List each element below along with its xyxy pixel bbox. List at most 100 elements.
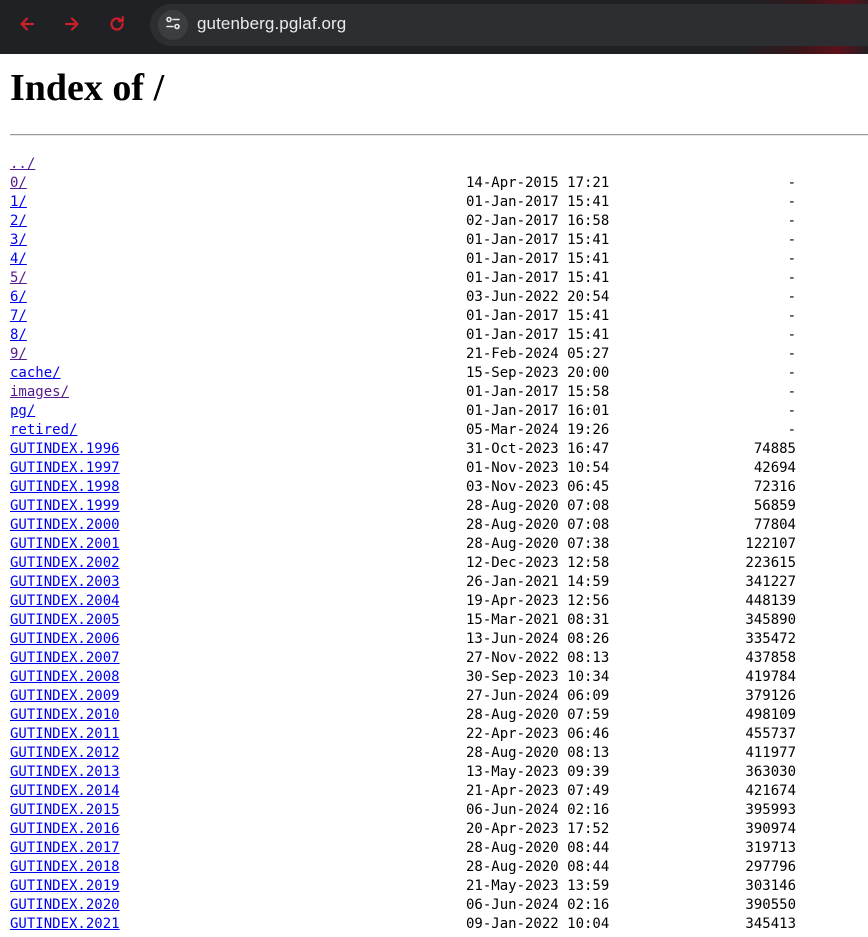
entry-link[interactable]: cache/ [10,365,61,381]
listing-row: GUTINDEX.1996 31-Oct-2023 16:47 74885 [10,441,868,460]
entry-link[interactable]: 7/ [10,308,27,324]
entry-link[interactable]: GUTINDEX.2014 [10,783,120,799]
entry-size: - [787,175,796,191]
entry-link[interactable]: GUTINDEX.2006 [10,631,120,647]
entry-link[interactable]: GUTINDEX.1997 [10,460,120,476]
listing-row: GUTINDEX.2004 19-Apr-2023 12:56 448139 [10,593,868,612]
entry-size: 498109 [745,707,796,723]
entry-link[interactable]: GUTINDEX.2003 [10,574,120,590]
entry-date: 15-Sep-2023 20:00 [466,365,610,381]
entry-link[interactable]: pg/ [10,403,35,419]
entry-date: 02-Jan-2017 16:58 [466,213,610,229]
entry-link[interactable]: GUTINDEX.2017 [10,840,120,856]
entry-date: 01-Nov-2023 10:54 [466,460,610,476]
entry-size: - [787,327,796,343]
entry-date: 01-Jan-2017 15:41 [466,327,610,343]
forward-button[interactable] [56,10,88,42]
listing-row: GUTINDEX.2000 28-Aug-2020 07:08 77804 [10,517,868,536]
listing-row: GUTINDEX.1998 03-Nov-2023 06:45 72316 [10,479,868,498]
entry-link[interactable]: GUTINDEX.2002 [10,555,120,571]
listing-row: GUTINDEX.2018 28-Aug-2020 08:44 297796 [10,859,868,878]
entry-link[interactable]: 4/ [10,251,27,267]
entry-size: 319713 [745,840,796,856]
entry-link[interactable]: 3/ [10,232,27,248]
entry-link[interactable]: ../ [10,156,35,172]
entry-size: - [787,194,796,210]
entry-date: 22-Apr-2023 06:46 [466,726,610,742]
url-text[interactable]: gutenberg.pglaf.org [197,14,346,34]
entry-date: 13-Jun-2024 08:26 [466,631,610,647]
entry-link[interactable]: 1/ [10,194,27,210]
entry-date: 28-Aug-2020 07:59 [466,707,610,723]
listing-row: GUTINDEX.2006 13-Jun-2024 08:26 335472 [10,631,868,650]
entry-link[interactable]: 2/ [10,213,27,229]
back-arrow-icon [17,14,37,39]
entry-size: 455737 [745,726,796,742]
entry-link[interactable]: GUTINDEX.2012 [10,745,120,761]
entry-size: 411977 [745,745,796,761]
entry-date: 28-Aug-2020 07:08 [466,498,610,514]
entry-link[interactable]: GUTINDEX.2005 [10,612,120,628]
entry-date: 06-Jun-2024 02:16 [466,897,610,913]
entry-link[interactable]: 9/ [10,346,27,362]
listing-row: retired/05-Mar-2024 19:26 - [10,422,868,441]
entry-link[interactable]: 5/ [10,270,27,286]
entry-link[interactable]: GUTINDEX.2021 [10,916,120,932]
entry-size: 419784 [745,669,796,685]
entry-link[interactable]: GUTINDEX.2004 [10,593,120,609]
entry-size: 223615 [745,555,796,571]
entry-link[interactable]: GUTINDEX.1996 [10,441,120,457]
entry-link[interactable]: retired/ [10,422,77,438]
site-info-button[interactable] [158,10,188,40]
entry-size: - [787,384,796,400]
entry-date: 27-Nov-2022 08:13 [466,650,610,666]
entry-size: - [787,422,796,438]
reload-icon [107,14,127,39]
entry-link[interactable]: 6/ [10,289,27,305]
entry-size: - [787,346,796,362]
entry-link[interactable]: GUTINDEX.2011 [10,726,120,742]
listing-row: GUTINDEX.2013 13-May-2023 09:39 363030 [10,764,868,783]
entry-link[interactable]: GUTINDEX.2016 [10,821,120,837]
entry-link[interactable]: GUTINDEX.2010 [10,707,120,723]
back-button[interactable] [11,10,43,42]
entry-link[interactable]: GUTINDEX.2007 [10,650,120,666]
entry-link[interactable]: GUTINDEX.2008 [10,669,120,685]
listing-row: 1/01-Jan-2017 15:41 - [10,194,868,213]
entry-link[interactable]: GUTINDEX.2001 [10,536,120,552]
entry-link[interactable]: GUTINDEX.2019 [10,878,120,894]
reload-button[interactable] [101,10,133,42]
listing-row: ../ [10,156,868,175]
entry-date: 09-Jan-2022 10:04 [466,916,610,932]
entry-link[interactable]: 8/ [10,327,27,343]
entry-link[interactable]: GUTINDEX.2020 [10,897,120,913]
listing-row: GUTINDEX.2016 20-Apr-2023 17:52 390974 [10,821,868,840]
listing-row: images/01-Jan-2017 15:58 - [10,384,868,403]
entry-size: 437858 [745,650,796,666]
browser-toolbar: gutenberg.pglaf.org [0,0,868,54]
entry-link[interactable]: GUTINDEX.2013 [10,764,120,780]
listing-row: GUTINDEX.2010 28-Aug-2020 07:59 498109 [10,707,868,726]
entry-link[interactable]: images/ [10,384,69,400]
entry-date: 12-Dec-2023 12:58 [466,555,610,571]
entry-link[interactable]: GUTINDEX.2009 [10,688,120,704]
page-content: Index of / ../0/14-Apr-2015 17:21-1/01-J… [10,54,868,937]
entry-link[interactable]: GUTINDEX.1998 [10,479,120,495]
entry-date: 21-May-2023 13:59 [466,878,610,894]
entry-link[interactable]: 0/ [10,175,27,191]
entry-size: - [787,251,796,267]
entry-size: 363030 [745,764,796,780]
listing-row: GUTINDEX.2017 28-Aug-2020 08:44 319713 [10,840,868,859]
listing-row: 7/01-Jan-2017 15:41 - [10,308,868,327]
entry-link[interactable]: GUTINDEX.2000 [10,517,120,533]
entry-date: 01-Jan-2017 15:41 [466,194,610,210]
entry-date: 21-Apr-2023 07:49 [466,783,610,799]
listing-row: GUTINDEX.2021 09-Jan-2022 10:04 345413 [10,916,868,935]
entry-size: 335472 [745,631,796,647]
entry-link[interactable]: GUTINDEX.2018 [10,859,120,875]
entry-date: 01-Jan-2017 15:41 [466,232,610,248]
entry-link[interactable]: GUTINDEX.1999 [10,498,120,514]
entry-date: 28-Aug-2020 08:13 [466,745,610,761]
entry-size: 297796 [745,859,796,875]
entry-link[interactable]: GUTINDEX.2015 [10,802,120,818]
